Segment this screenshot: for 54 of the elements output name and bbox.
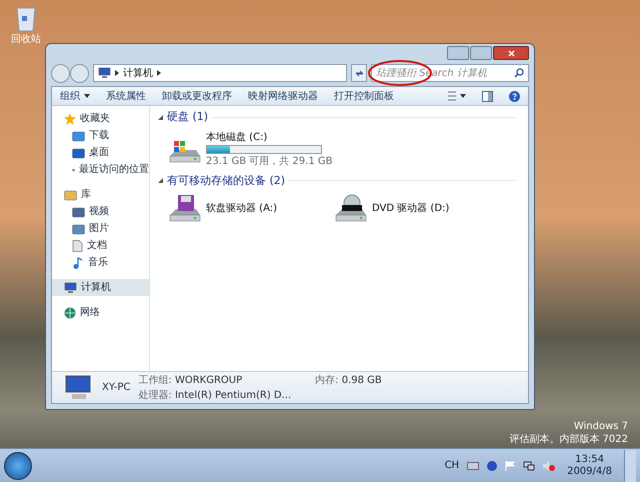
- nav-item[interactable]: 下载: [52, 127, 149, 144]
- address-bar[interactable]: 计算机: [93, 64, 347, 82]
- caret-icon: [84, 94, 90, 98]
- desktop-build-text: 评估副本。内部版本 7022: [509, 433, 628, 446]
- nav-item[interactable]: 收藏夹: [52, 110, 149, 127]
- minimize-button[interactable]: [447, 46, 469, 60]
- help-icon[interactable]: [509, 90, 520, 102]
- clock[interactable]: 13:54 2009/4/8: [563, 454, 616, 478]
- toolbar-button[interactable]: 卸载或更改程序: [162, 88, 232, 104]
- muted-speaker-icon[interactable]: [543, 460, 556, 470]
- globe-icon: [64, 306, 76, 318]
- start-button[interactable]: [4, 452, 32, 480]
- document-icon: [72, 240, 83, 252]
- toolbar-button[interactable]: 系统属性: [106, 88, 146, 104]
- drive-item[interactable]: DVD 驱动器 (D:): [332, 193, 478, 223]
- chevron-icon[interactable]: [157, 70, 161, 76]
- refresh-button[interactable]: [351, 64, 367, 82]
- close-button[interactable]: [493, 46, 529, 60]
- view-options-icon[interactable]: [448, 91, 466, 101]
- refresh-arrows-icon: [354, 68, 364, 78]
- keyboard-icon[interactable]: [467, 462, 480, 470]
- group-header[interactable]: 有可移动存储的设备 (2): [167, 172, 286, 189]
- desktop-build-text: Windows 7: [574, 420, 628, 433]
- group-header[interactable]: 硬盘 (1): [167, 109, 208, 126]
- drive-item[interactable]: 软盘驱动器 (A:): [166, 193, 312, 223]
- nav-item[interactable]: 视频: [52, 203, 149, 220]
- computer-icon: [64, 282, 77, 294]
- search-icon: [514, 68, 524, 78]
- address-crumb[interactable]: 计算机: [123, 66, 153, 80]
- nav-item[interactable]: 库: [52, 186, 149, 203]
- music-note-icon: [72, 256, 84, 268]
- collapse-triangle-icon[interactable]: [158, 178, 163, 184]
- language-indicator[interactable]: CH: [444, 458, 460, 473]
- nav-item[interactable]: 桌面: [52, 144, 149, 161]
- nav-item[interactable]: 图片: [52, 220, 149, 237]
- toolbar-button[interactable]: 映射网络驱动器: [248, 88, 318, 104]
- chevron-icon[interactable]: [115, 70, 119, 76]
- nav-item[interactable]: 网络: [52, 304, 149, 321]
- maximize-button[interactable]: [470, 46, 492, 60]
- toolbar-button[interactable]: 打开控制面板: [334, 88, 394, 104]
- nav-item[interactable]: 文档: [52, 237, 149, 254]
- collapse-triangle-icon[interactable]: [158, 114, 163, 120]
- network-icon[interactable]: [523, 460, 536, 470]
- drive-item[interactable]: 本地磁盘 (C:) 23.1 GB 可用，共 29.1 GB: [166, 130, 332, 168]
- preview-pane-icon[interactable]: [482, 90, 493, 102]
- nav-item[interactable]: 计算机: [52, 279, 149, 296]
- computer-icon: [98, 67, 111, 79]
- nav-item[interactable]: 音乐: [52, 254, 149, 271]
- toolbar-button[interactable]: 组织: [60, 88, 90, 104]
- nav-item[interactable]: 最近访问的位置: [52, 161, 149, 178]
- close-icon: [508, 50, 514, 56]
- star-icon: [64, 112, 76, 124]
- help-icon[interactable]: [487, 460, 498, 470]
- details-pane: XY-PC 工作组: WORKGROUP 内存: 0.98 GB 处理器: Intel(R) Pentium(R) D...: [52, 371, 528, 403]
